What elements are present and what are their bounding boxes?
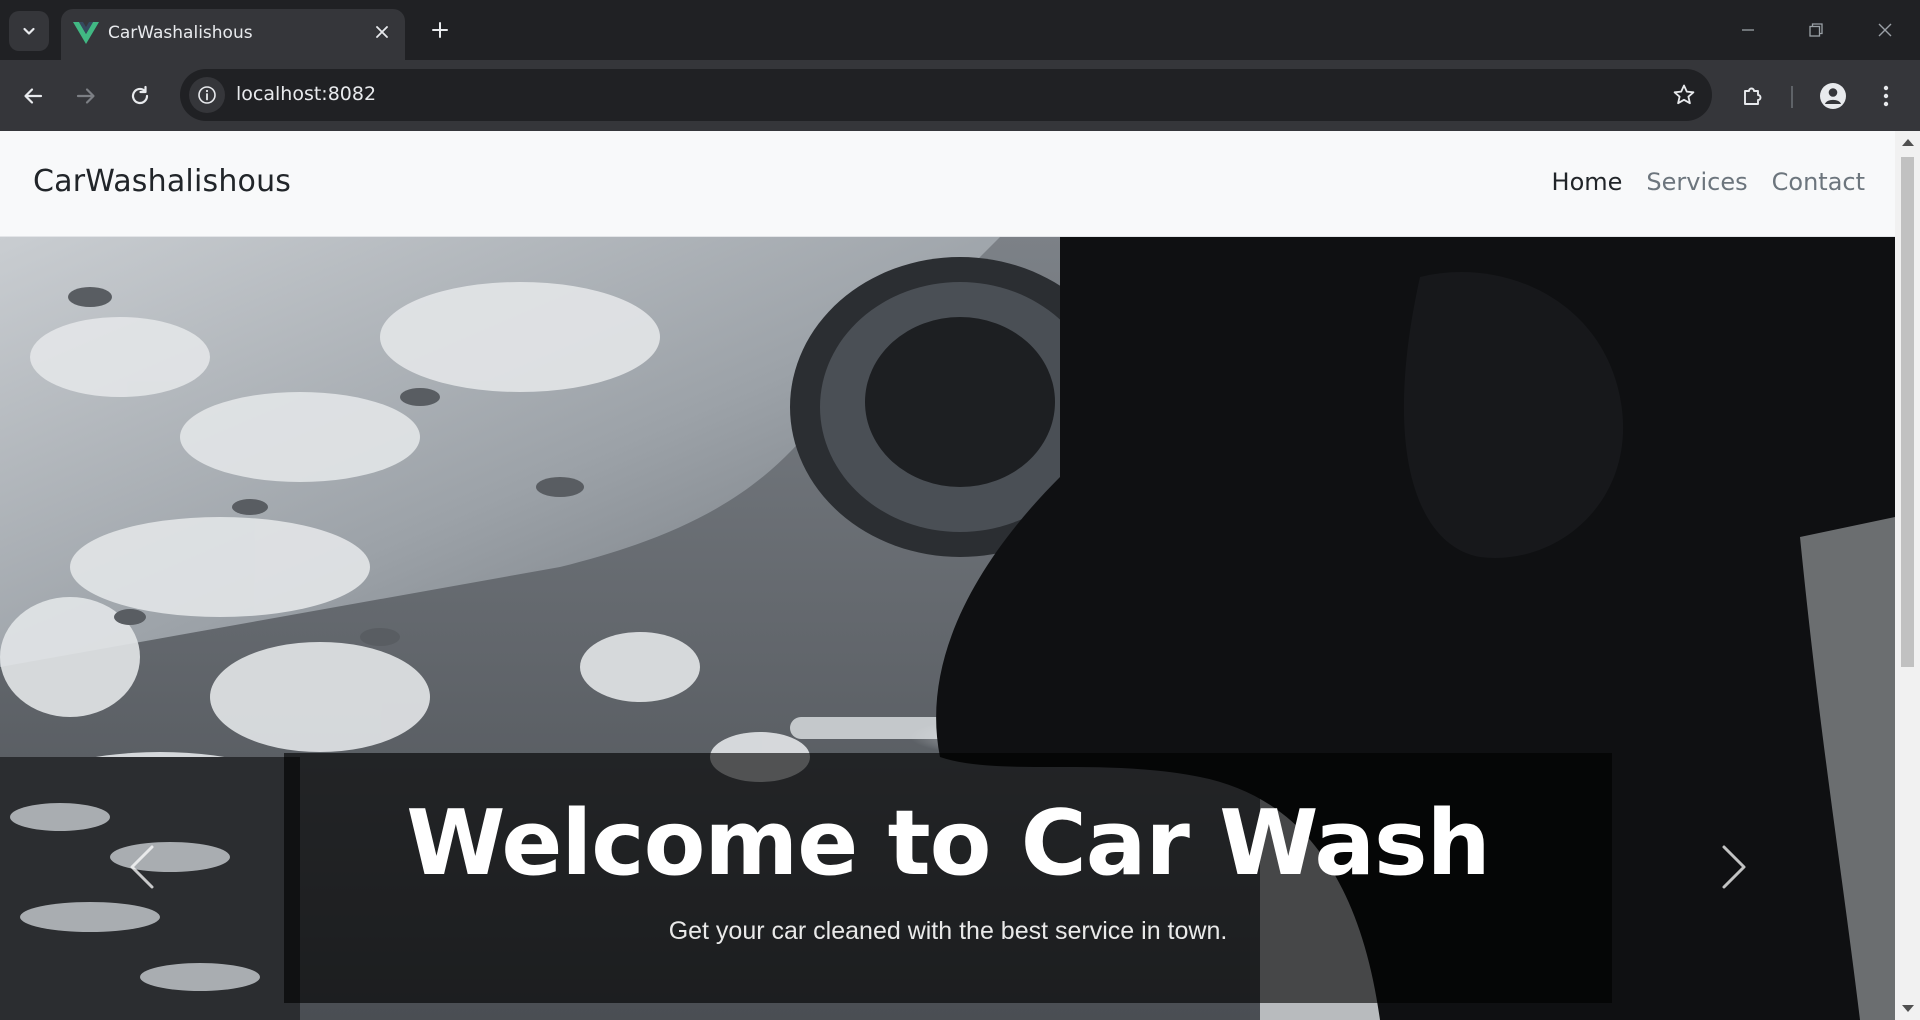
page-scrollbar[interactable] [1895,131,1920,1020]
close-icon [1878,23,1892,37]
restore-icon [1809,23,1823,37]
tab-close-button[interactable] [369,19,395,45]
page-viewport: CarWashalishous Home Services Contact We… [0,131,1895,1020]
browser-tab-active[interactable]: CarWashalishous [61,9,405,60]
hero-subtitle: Get your car cleaned with the best servi… [668,917,1228,945]
bookmark-button[interactable] [1670,81,1698,109]
new-tab-button[interactable] [424,14,456,46]
toolbar-separator [1791,86,1793,108]
scrollbar-thumb[interactable] [1901,157,1914,667]
puzzle-icon [1744,87,1762,105]
url-text[interactable]: localhost:8082 [236,83,376,105]
close-icon [376,26,388,38]
hero-caption: Welcome to Car Wash Get your car cleaned… [284,753,1612,1003]
reload-icon [131,85,149,105]
address-bar[interactable]: localhost:8082 [180,69,1712,121]
hero-carousel: Welcome to Car Wash Get your car cleaned… [0,237,1895,1020]
profile-button[interactable] [1813,76,1853,116]
scroll-down-arrow[interactable] [1902,1005,1914,1012]
tab-title: CarWashalishous [108,23,253,43]
chevron-left-icon [130,845,154,889]
star-icon [1673,84,1695,105]
back-button[interactable] [13,76,53,116]
browser-toolbar: localhost:8082 [0,60,1920,131]
arrow-right-icon [76,88,95,104]
scroll-up-arrow[interactable] [1902,139,1914,146]
browser-menu-button[interactable] [1866,76,1906,116]
info-icon [198,86,216,104]
site-brand[interactable]: CarWashalishous [33,164,291,199]
forward-button[interactable] [66,76,106,116]
plus-icon [432,22,448,38]
chevron-down-icon [23,27,35,35]
carousel-prev-button[interactable] [112,827,172,907]
more-vertical-icon [1883,85,1889,107]
reload-button[interactable] [120,76,160,116]
extensions-button[interactable] [1733,76,1773,116]
vue-logo-icon [73,22,99,44]
carousel-next-button[interactable] [1704,827,1764,907]
chevron-right-icon [1722,845,1746,889]
tab-list-button[interactable] [9,11,49,51]
nav-links: Home Services Contact [1552,168,1865,196]
restore-button[interactable] [1791,10,1841,50]
browser-tab-bar: CarWashalishous [0,0,1920,60]
minimize-icon [1742,29,1754,31]
nav-link-contact[interactable]: Contact [1772,168,1865,196]
nav-link-home[interactable]: Home [1552,168,1623,196]
site-navbar: CarWashalishous Home Services Contact [0,131,1895,237]
close-window-button[interactable] [1860,10,1910,50]
site-info-button[interactable] [189,77,225,113]
hero-title: Welcome to Car Wash [406,791,1490,896]
minimize-button[interactable] [1723,10,1773,50]
nav-link-services[interactable]: Services [1646,168,1747,196]
arrow-left-icon [24,88,43,104]
person-icon [1820,83,1846,109]
